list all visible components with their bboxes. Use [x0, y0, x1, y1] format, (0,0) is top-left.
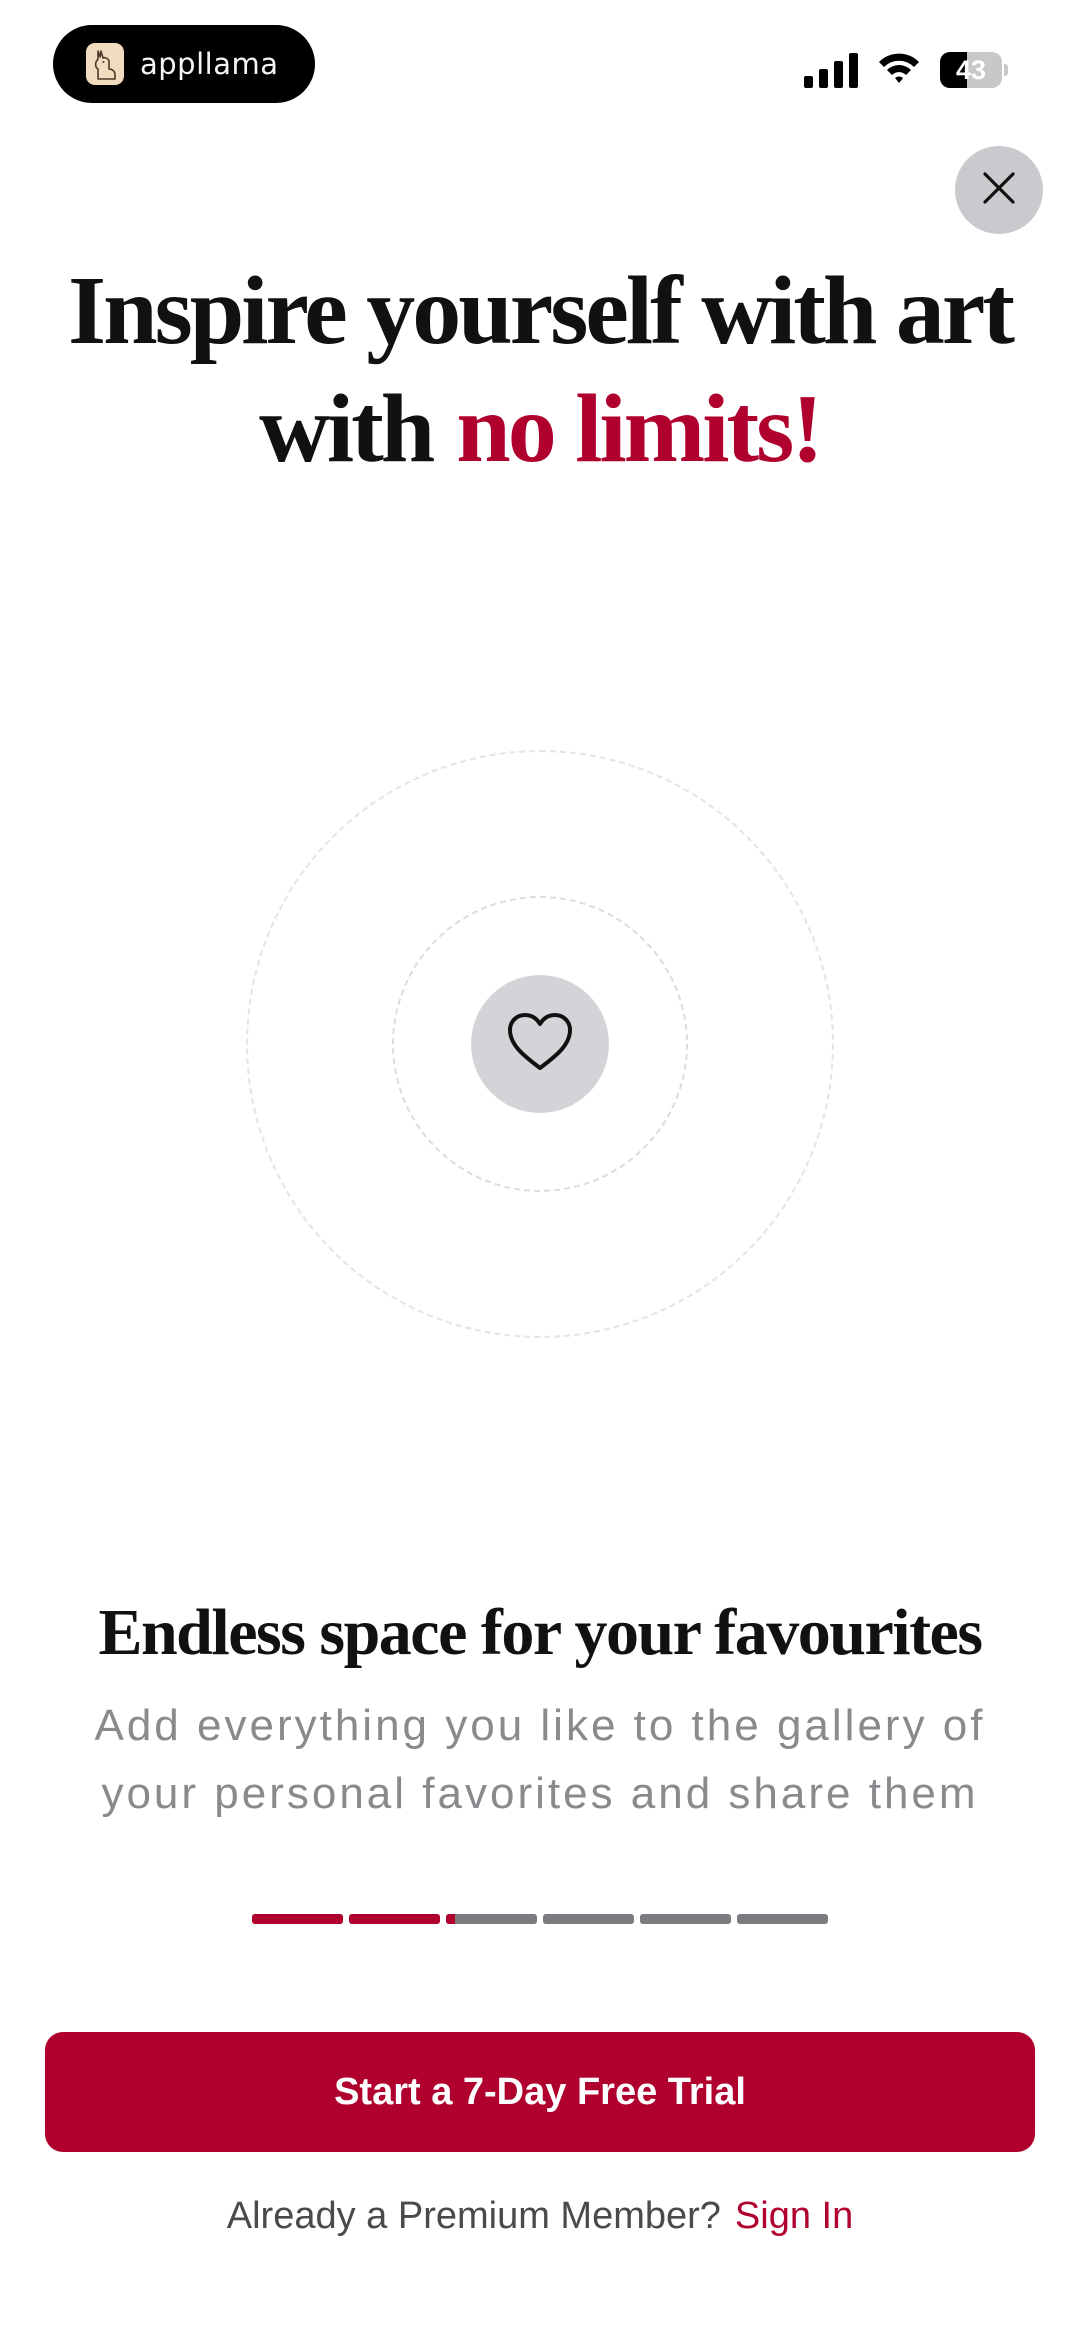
- wifi-icon: [876, 50, 922, 91]
- heart-circle: [471, 975, 609, 1113]
- feature-description: Add everything you like to the gallery o…: [80, 1692, 1000, 1828]
- battery-cap: [1004, 64, 1008, 76]
- progress-segment-fill: [446, 1914, 456, 1924]
- heart-icon: [504, 1010, 576, 1079]
- battery-icon: 43: [940, 52, 1008, 88]
- feature-description-line2: your personal favorites and share them: [101, 1769, 979, 1818]
- progress-segment: [640, 1914, 731, 1924]
- close-button[interactable]: [955, 146, 1043, 234]
- feature-title: Endless space for your favourites: [98, 1596, 983, 1669]
- onboarding-progress: [252, 1914, 828, 1924]
- status-bar: appllama 43: [0, 0, 1080, 130]
- battery-level: 43: [955, 54, 987, 85]
- favorites-illustration: [246, 750, 834, 1338]
- sign-in-link[interactable]: Sign In: [735, 2195, 853, 2237]
- page-title: Inspire yourself with art with no limits!: [0, 252, 1080, 488]
- progress-segment: [252, 1914, 343, 1924]
- signin-prompt: Already a Premium Member?: [226, 2195, 721, 2237]
- progress-segment: [543, 1914, 634, 1924]
- llama-logo-icon: [86, 43, 124, 85]
- cellular-signal-icon: [804, 52, 858, 88]
- progress-segment-fill: [349, 1914, 440, 1924]
- feature-description-line1: Add everything you like to the gallery o…: [94, 1701, 986, 1750]
- brand-name: appllama: [140, 47, 279, 81]
- headline-accent: no limits!: [456, 375, 824, 483]
- battery-body: 43: [940, 52, 1002, 88]
- brand-pill: appllama: [53, 25, 315, 103]
- headline-line2-prefix: with: [259, 375, 435, 483]
- progress-segment: [446, 1914, 537, 1924]
- progress-segment: [737, 1914, 828, 1924]
- progress-segment: [349, 1914, 440, 1924]
- signin-row: Already a Premium Member? Sign In: [0, 2186, 1080, 2246]
- progress-segment-fill: [252, 1914, 343, 1924]
- headline-line1: Inspire yourself with art: [68, 257, 1015, 365]
- status-indicators: 43: [804, 48, 1008, 92]
- close-icon: [981, 170, 1017, 211]
- start-free-trial-button[interactable]: Start a 7-Day Free Trial: [45, 2032, 1035, 2152]
